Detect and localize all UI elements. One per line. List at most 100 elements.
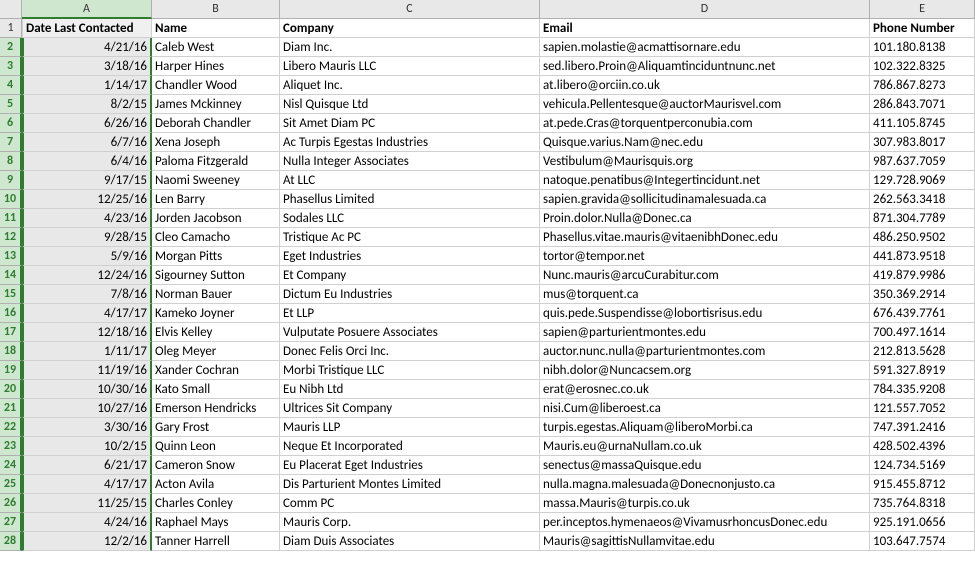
cell-email[interactable]: Quisque.varius.Nam@nec.edu: [540, 133, 870, 152]
cell-phone[interactable]: 212.813.5628: [870, 342, 975, 361]
cell-date[interactable]: 4/23/16: [22, 209, 152, 228]
row-header[interactable]: 14: [0, 266, 22, 285]
row-header[interactable]: 2: [0, 38, 22, 57]
row-header[interactable]: 1: [0, 19, 22, 38]
cell-company[interactable]: Diam Inc.: [280, 38, 540, 57]
row-header[interactable]: 26: [0, 494, 22, 513]
cell-phone[interactable]: 129.728.9069: [870, 171, 975, 190]
row-header[interactable]: 3: [0, 57, 22, 76]
header-cell-date[interactable]: Date Last Contacted: [22, 19, 152, 38]
cell-phone[interactable]: 441.873.9518: [870, 247, 975, 266]
column-header-b[interactable]: B: [152, 0, 280, 19]
cell-company[interactable]: Phasellus Limited: [280, 190, 540, 209]
cell-date[interactable]: 6/26/16: [22, 114, 152, 133]
row-header[interactable]: 27: [0, 513, 22, 532]
header-cell-company[interactable]: Company: [280, 19, 540, 38]
cell-name[interactable]: Cameron Snow: [152, 456, 280, 475]
cell-name[interactable]: Charles Conley: [152, 494, 280, 513]
cell-phone[interactable]: 286.843.7071: [870, 95, 975, 114]
cell-email[interactable]: sapien.gravida@sollicitudinamalesuada.ca: [540, 190, 870, 209]
cell-email[interactable]: Mauris@sagittisNullamvitae.edu: [540, 532, 870, 551]
row-header[interactable]: 15: [0, 285, 22, 304]
cell-date[interactable]: 11/25/15: [22, 494, 152, 513]
cell-company[interactable]: Et Company: [280, 266, 540, 285]
header-cell-email[interactable]: Email: [540, 19, 870, 38]
cell-company[interactable]: Mauris LLP: [280, 418, 540, 437]
cell-phone[interactable]: 486.250.9502: [870, 228, 975, 247]
cell-date[interactable]: 10/30/16: [22, 380, 152, 399]
cell-company[interactable]: Eu Placerat Eget Industries: [280, 456, 540, 475]
cell-date[interactable]: 10/2/15: [22, 437, 152, 456]
cell-email[interactable]: sed.libero.Proin@Aliquamtinciduntnunc.ne…: [540, 57, 870, 76]
cell-date[interactable]: 9/28/15: [22, 228, 152, 247]
cell-phone[interactable]: 411.105.8745: [870, 114, 975, 133]
cell-date[interactable]: 3/18/16: [22, 57, 152, 76]
cell-phone[interactable]: 419.879.9986: [870, 266, 975, 285]
cell-name[interactable]: James Mckinney: [152, 95, 280, 114]
row-header[interactable]: 7: [0, 133, 22, 152]
cell-date[interactable]: 4/24/16: [22, 513, 152, 532]
cell-date[interactable]: 3/30/16: [22, 418, 152, 437]
row-header[interactable]: 13: [0, 247, 22, 266]
row-header[interactable]: 25: [0, 475, 22, 494]
row-header[interactable]: 24: [0, 456, 22, 475]
row-header[interactable]: 6: [0, 114, 22, 133]
cell-date[interactable]: 8/2/15: [22, 95, 152, 114]
cell-phone[interactable]: 307.983.8017: [870, 133, 975, 152]
cell-date[interactable]: 10/27/16: [22, 399, 152, 418]
cell-email[interactable]: Proin.dolor.Nulla@Donec.ca: [540, 209, 870, 228]
cell-phone[interactable]: 591.327.8919: [870, 361, 975, 380]
row-header[interactable]: 4: [0, 76, 22, 95]
cell-name[interactable]: Acton Avila: [152, 475, 280, 494]
cell-name[interactable]: Kato Small: [152, 380, 280, 399]
cell-email[interactable]: per.inceptos.hymenaeos@VivamusrhoncusDon…: [540, 513, 870, 532]
cell-date[interactable]: 12/24/16: [22, 266, 152, 285]
cell-date[interactable]: 5/9/16: [22, 247, 152, 266]
cell-phone[interactable]: 102.322.8325: [870, 57, 975, 76]
cell-name[interactable]: Kameko Joyner: [152, 304, 280, 323]
row-header[interactable]: 5: [0, 95, 22, 114]
cell-email[interactable]: mus@torquent.ca: [540, 285, 870, 304]
cell-name[interactable]: Caleb West: [152, 38, 280, 57]
cell-email[interactable]: massa.Mauris@turpis.co.uk: [540, 494, 870, 513]
cell-email[interactable]: senectus@massaQuisque.edu: [540, 456, 870, 475]
cell-phone[interactable]: 925.191.0656: [870, 513, 975, 532]
header-cell-name[interactable]: Name: [152, 19, 280, 38]
cell-company[interactable]: Neque Et Incorporated: [280, 437, 540, 456]
cell-name[interactable]: Jorden Jacobson: [152, 209, 280, 228]
cell-phone[interactable]: 871.304.7789: [870, 209, 975, 228]
cell-date[interactable]: 12/2/16: [22, 532, 152, 551]
cell-company[interactable]: At LLC: [280, 171, 540, 190]
cell-email[interactable]: auctor.nunc.nulla@parturientmontes.com: [540, 342, 870, 361]
cell-email[interactable]: Vestibulum@Maurisquis.org: [540, 152, 870, 171]
cell-company[interactable]: Donec Felis Orci Inc.: [280, 342, 540, 361]
cell-phone[interactable]: 262.563.3418: [870, 190, 975, 209]
cell-email[interactable]: sapien@parturientmontes.edu: [540, 323, 870, 342]
cell-email[interactable]: turpis.egestas.Aliquam@liberoMorbi.ca: [540, 418, 870, 437]
cell-name[interactable]: Emerson Hendricks: [152, 399, 280, 418]
cell-email[interactable]: Phasellus.vitae.mauris@vitaenibhDonec.ed…: [540, 228, 870, 247]
cell-name[interactable]: Tanner Harrell: [152, 532, 280, 551]
cell-name[interactable]: Deborah Chandler: [152, 114, 280, 133]
cell-company[interactable]: Comm PC: [280, 494, 540, 513]
cell-email[interactable]: nisi.Cum@liberoest.ca: [540, 399, 870, 418]
cell-name[interactable]: Elvis Kelley: [152, 323, 280, 342]
cell-name[interactable]: Oleg Meyer: [152, 342, 280, 361]
cell-phone[interactable]: 350.369.2914: [870, 285, 975, 304]
cell-company[interactable]: Ultrices Sit Company: [280, 399, 540, 418]
cell-company[interactable]: Ac Turpis Egestas Industries: [280, 133, 540, 152]
cell-email[interactable]: Nunc.mauris@arcuCurabitur.com: [540, 266, 870, 285]
row-header[interactable]: 18: [0, 342, 22, 361]
cell-name[interactable]: Raphael Mays: [152, 513, 280, 532]
cell-name[interactable]: Xander Cochran: [152, 361, 280, 380]
row-header[interactable]: 23: [0, 437, 22, 456]
cell-company[interactable]: Eget Industries: [280, 247, 540, 266]
cell-company[interactable]: Sodales LLC: [280, 209, 540, 228]
row-header[interactable]: 9: [0, 171, 22, 190]
cell-name[interactable]: Norman Bauer: [152, 285, 280, 304]
cell-email[interactable]: natoque.penatibus@Integertincidunt.net: [540, 171, 870, 190]
cell-phone[interactable]: 915.455.8712: [870, 475, 975, 494]
row-header[interactable]: 21: [0, 399, 22, 418]
cell-company[interactable]: Nisl Quisque Ltd: [280, 95, 540, 114]
cell-date[interactable]: 6/21/17: [22, 456, 152, 475]
